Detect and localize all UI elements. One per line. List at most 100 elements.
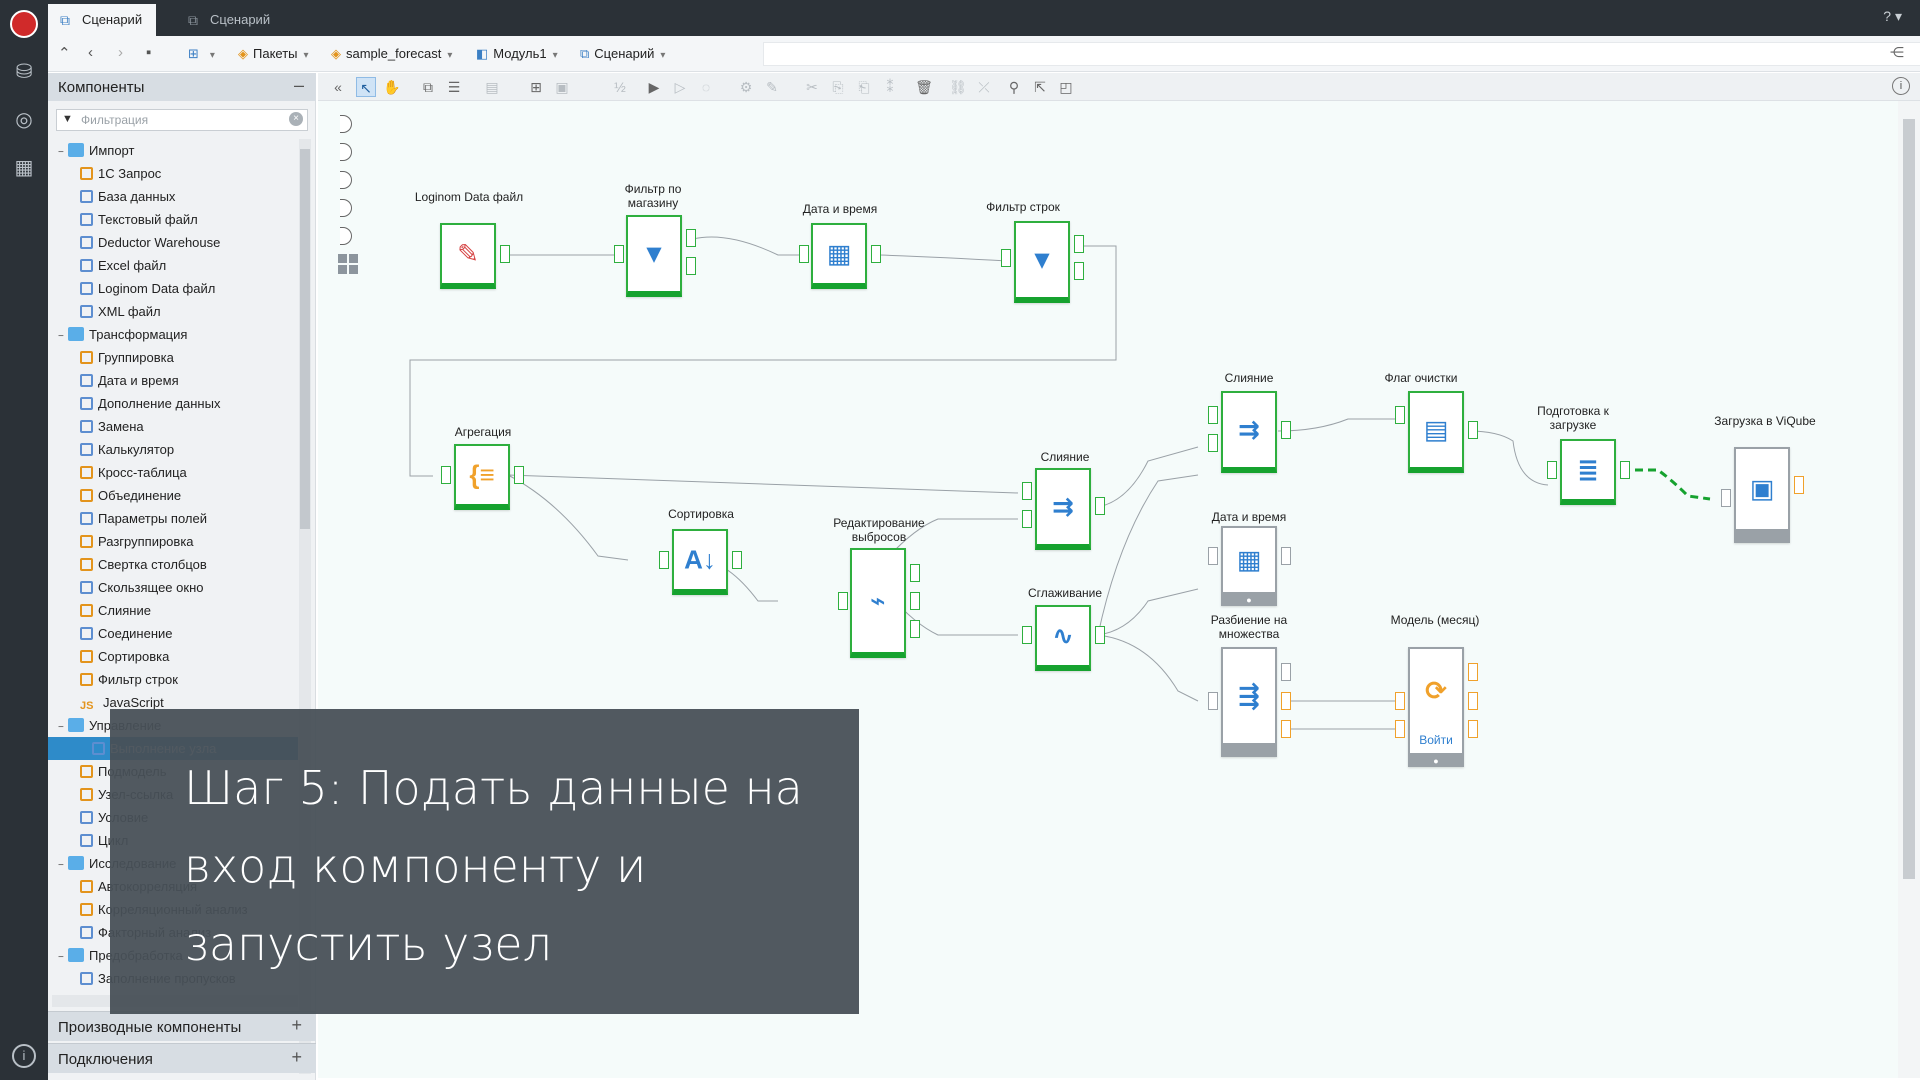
crumb-scenario[interactable]: ⧉ Сценарий ▾ (580, 46, 665, 62)
hierarchy-button[interactable]: ⊞ ▾ (188, 46, 215, 62)
tree-item[interactable]: База данных (80, 185, 175, 208)
arrange-icon[interactable]: ⊞ (526, 77, 546, 97)
node-prepare-load[interactable]: ≣ (1560, 439, 1616, 505)
scrollbar-thumb[interactable] (300, 149, 310, 529)
save-icon[interactable]: ▪ (146, 44, 151, 61)
tree-item[interactable]: XML файл (80, 300, 161, 323)
collapse-icon[interactable]: − (58, 946, 68, 969)
output-port[interactable] (500, 245, 510, 263)
link[interactable] (409, 245, 1117, 477)
order-icon[interactable]: ½ (610, 77, 630, 97)
output-port[interactable] (1281, 547, 1291, 565)
output-port[interactable] (1074, 262, 1084, 280)
breadcrumb-field[interactable] (763, 42, 1920, 66)
back-icon[interactable]: ‹ (88, 44, 93, 61)
tree-item[interactable]: Excel файл (80, 254, 166, 277)
link[interactable] (692, 236, 808, 256)
crumb-packages[interactable]: ◈ Пакеты ▾ (238, 46, 309, 62)
output-port[interactable] (1620, 461, 1630, 479)
tree-item[interactable]: Кросс-таблица (80, 461, 187, 484)
node-merge[interactable]: ⇉ (1035, 468, 1091, 550)
delete-icon[interactable]: 🗑 (914, 77, 934, 97)
cut-icon[interactable]: ✂ (802, 77, 822, 97)
tree-item[interactable]: Сортировка (80, 645, 169, 668)
output-port[interactable] (686, 257, 696, 275)
tree-item[interactable]: Deductor Warehouse (80, 231, 220, 254)
pointer-icon[interactable]: ↖ (356, 77, 376, 97)
output-port[interactable] (910, 592, 920, 610)
filter-input[interactable]: ▼ Фильтрация × (56, 109, 308, 131)
derived-components-section[interactable]: Производные компоненты + (48, 1011, 316, 1041)
info-icon[interactable]: i (1892, 77, 1910, 95)
input-port[interactable] (1001, 249, 1011, 267)
unlink-icon[interactable]: ⤫ (974, 77, 994, 97)
node-merge-2[interactable]: ⇉ (1221, 391, 1277, 473)
active-link[interactable] (1635, 468, 1711, 501)
node-row-filter[interactable]: ▼ (1014, 221, 1070, 303)
collapse-button[interactable]: – (294, 75, 304, 96)
node-sort[interactable]: A↓ (672, 529, 728, 595)
link[interactable] (1467, 430, 1549, 486)
frame-icon[interactable]: ◰ (1056, 77, 1076, 97)
node-viqube-upload[interactable]: ▣ (1734, 447, 1790, 543)
tree-folder[interactable]: − Трансформация (58, 323, 187, 346)
link[interactable] (1097, 474, 1199, 636)
tab-scenario-active[interactable]: ⧉ Сценарий (48, 4, 157, 36)
align-icon[interactable]: ▤ (482, 77, 502, 97)
output-port[interactable] (1281, 692, 1291, 710)
output-port[interactable] (1794, 476, 1804, 494)
output-port[interactable] (1281, 720, 1291, 738)
grid-icon[interactable] (338, 254, 358, 274)
settings-icon[interactable]: ⚙ (736, 77, 756, 97)
input-port[interactable] (1208, 547, 1218, 565)
output-port[interactable] (686, 229, 696, 247)
tree-item[interactable]: Свертка столбцов (80, 553, 207, 576)
node-outliers[interactable]: ⌁ (850, 548, 906, 658)
expand-icon[interactable]: + (291, 1047, 302, 1068)
output-port[interactable] (514, 466, 524, 484)
node-clean-flag[interactable]: ▤ (1408, 391, 1464, 473)
node-partition[interactable]: ⇶ (1221, 647, 1277, 757)
tree-item[interactable]: Соединение (80, 622, 173, 645)
tree-item[interactable]: Фильтр строк (80, 668, 178, 691)
forward-icon[interactable]: › (118, 44, 123, 61)
table-icon[interactable]: ▦ (12, 156, 36, 180)
input-port[interactable] (1208, 692, 1218, 710)
tree-folder[interactable]: − Импорт (58, 139, 134, 162)
run-step-icon[interactable]: ▷ (670, 77, 690, 97)
connections-section[interactable]: Подключения + (48, 1043, 316, 1073)
group-icon[interactable]: ▣ (552, 77, 572, 97)
tree-item[interactable]: Дата и время (80, 369, 179, 392)
tree-item[interactable]: Скользящее окно (80, 576, 203, 599)
eye-icon[interactable]: ● (1410, 756, 1462, 766)
collapse-icon[interactable]: − (58, 716, 68, 739)
collapse-icon[interactable]: − (58, 141, 68, 164)
output-port[interactable] (1468, 692, 1478, 710)
tree-item[interactable]: Группировка (80, 346, 174, 369)
input-port[interactable] (1208, 406, 1218, 424)
up-icon[interactable]: ⌃ (58, 44, 71, 62)
tree-item[interactable]: Калькулятор (80, 438, 174, 461)
input-port[interactable] (614, 245, 624, 263)
link-icon[interactable]: ⛓ (948, 77, 968, 97)
input-port[interactable] (799, 245, 809, 263)
packages-icon[interactable]: ⛁ (12, 60, 36, 84)
copy-icon[interactable]: ⎘ (828, 77, 848, 97)
output-port[interactable] (1281, 663, 1291, 681)
output-port[interactable] (1095, 497, 1105, 515)
output-port[interactable] (1281, 421, 1291, 439)
help-button[interactable]: ? ▾ (1883, 8, 1902, 25)
clear-icon[interactable]: × (289, 112, 303, 126)
canvas-scrollbar[interactable] (1898, 101, 1920, 1078)
tree-item[interactable]: Замена (80, 415, 144, 438)
link[interactable] (1097, 634, 1199, 702)
output-port[interactable] (732, 551, 742, 569)
node-datetime[interactable]: ▦ (811, 223, 867, 289)
enter-button[interactable]: Войти (1410, 733, 1462, 747)
collapse-panel-icon[interactable]: « (328, 77, 348, 97)
tree-item[interactable]: Loginom Data файл (80, 277, 215, 300)
output-port[interactable] (1468, 720, 1478, 738)
input-port[interactable] (1022, 482, 1032, 500)
compass-icon[interactable]: ◎ (12, 108, 36, 132)
collapse-icon[interactable]: − (58, 325, 68, 348)
